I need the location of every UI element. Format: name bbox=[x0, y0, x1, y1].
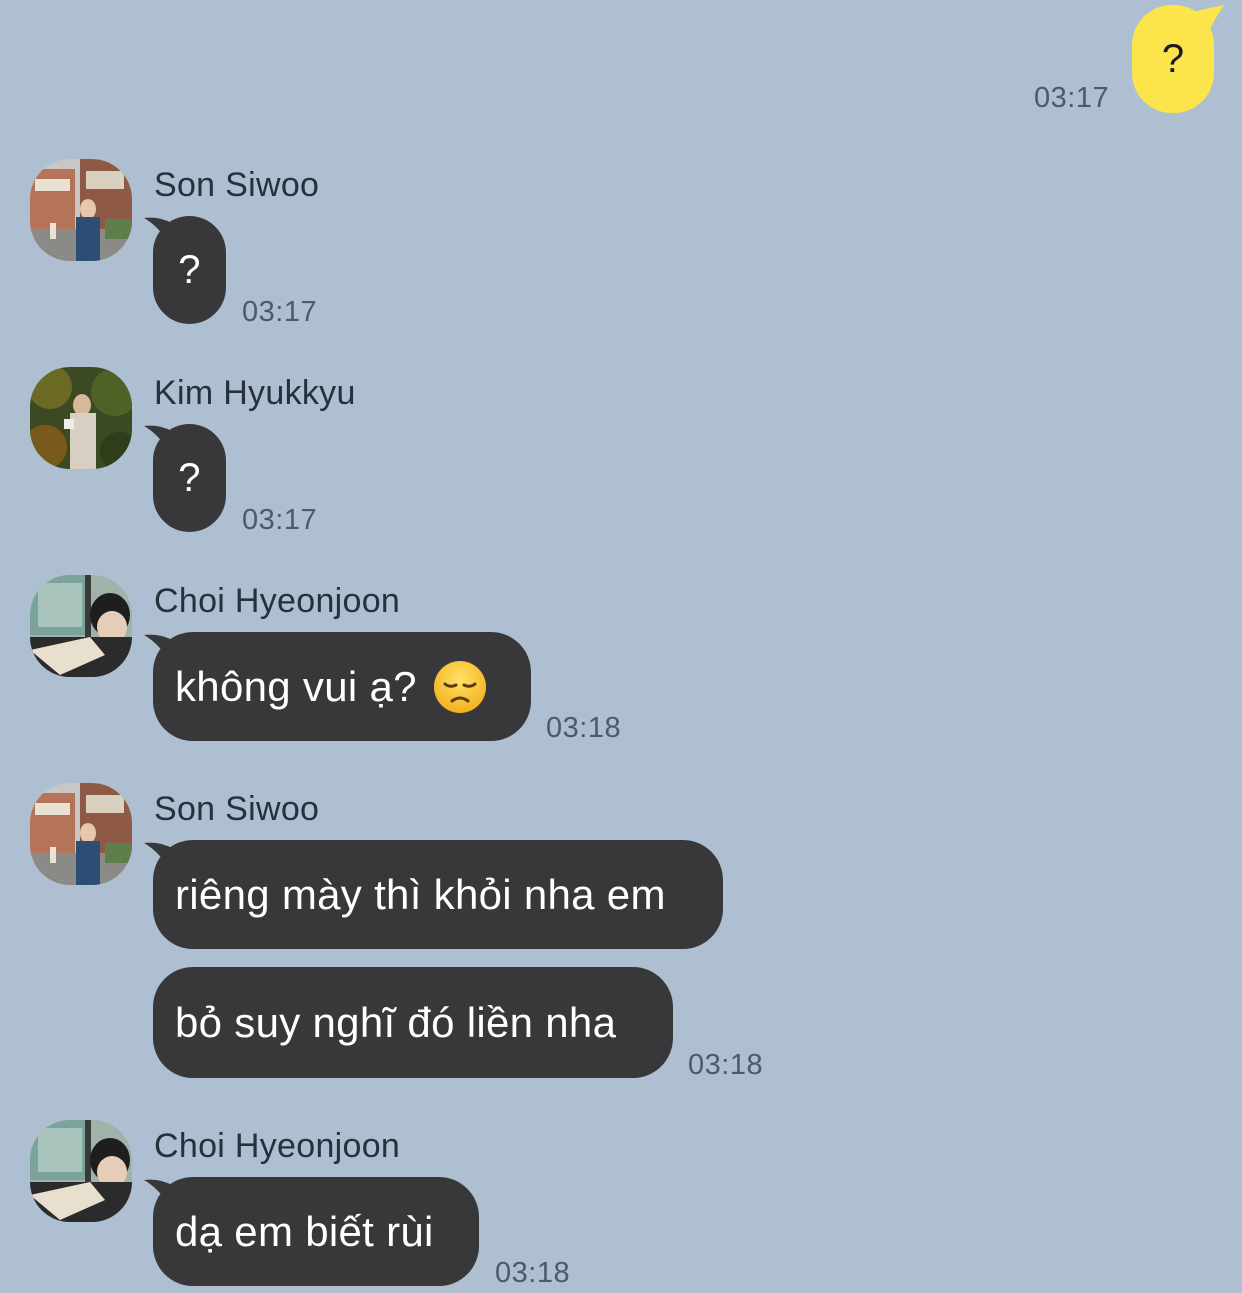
message-time: 03:18 bbox=[688, 1049, 764, 1081]
avatar-son-siwoo[interactable] bbox=[30, 783, 132, 885]
message-bubble[interactable]: không vui ạ? bbox=[153, 632, 531, 741]
message-bubble[interactable]: dạ em biết rùi bbox=[153, 1177, 479, 1286]
sender-name: Choi Hyeonjoon bbox=[154, 1127, 401, 1165]
outgoing-message-text: ? bbox=[1161, 36, 1185, 81]
message-bubble[interactable]: ? bbox=[153, 216, 226, 324]
message-text: ? bbox=[178, 455, 201, 500]
message-time: 03:17 bbox=[242, 504, 318, 536]
message-bubble[interactable]: riêng mày thì khỏi nha em bbox=[153, 840, 723, 949]
sender-name: Son Siwoo bbox=[154, 166, 320, 204]
message-text: riêng mày thì khỏi nha em bbox=[175, 870, 666, 918]
avatar-choi-hyeonjoon[interactable] bbox=[30, 1120, 132, 1222]
disappointed-face-icon bbox=[433, 660, 486, 713]
avatar-choi-hyeonjoon[interactable] bbox=[30, 575, 132, 677]
avatar-son-siwoo[interactable] bbox=[30, 159, 132, 261]
sender-name: Son Siwoo bbox=[154, 790, 320, 828]
message-time: 03:18 bbox=[546, 712, 622, 744]
sender-name: Kim Hyukkyu bbox=[154, 374, 356, 412]
message-text: ? bbox=[178, 247, 201, 292]
sender-name: Choi Hyeonjoon bbox=[154, 582, 401, 620]
chat-thread: ? 03:17 Son Siwoo ? 03:17 Kim Hyukkyu ? … bbox=[0, 0, 1242, 1293]
outgoing-message-time: 03:17 bbox=[1034, 82, 1110, 114]
message-text: bỏ suy nghĩ đó liền nha bbox=[175, 998, 617, 1046]
outgoing-message-bubble[interactable]: ? bbox=[1132, 5, 1214, 113]
message-text: dạ em biết rùi bbox=[175, 1207, 434, 1255]
avatar-kim-hyukkyu[interactable] bbox=[30, 367, 132, 469]
message-time: 03:18 bbox=[495, 1257, 571, 1289]
message-text: không vui ạ? bbox=[175, 662, 417, 710]
message-time: 03:17 bbox=[242, 296, 318, 328]
message-bubble[interactable]: ? bbox=[153, 424, 226, 532]
message-bubble[interactable]: bỏ suy nghĩ đó liền nha bbox=[153, 967, 673, 1078]
